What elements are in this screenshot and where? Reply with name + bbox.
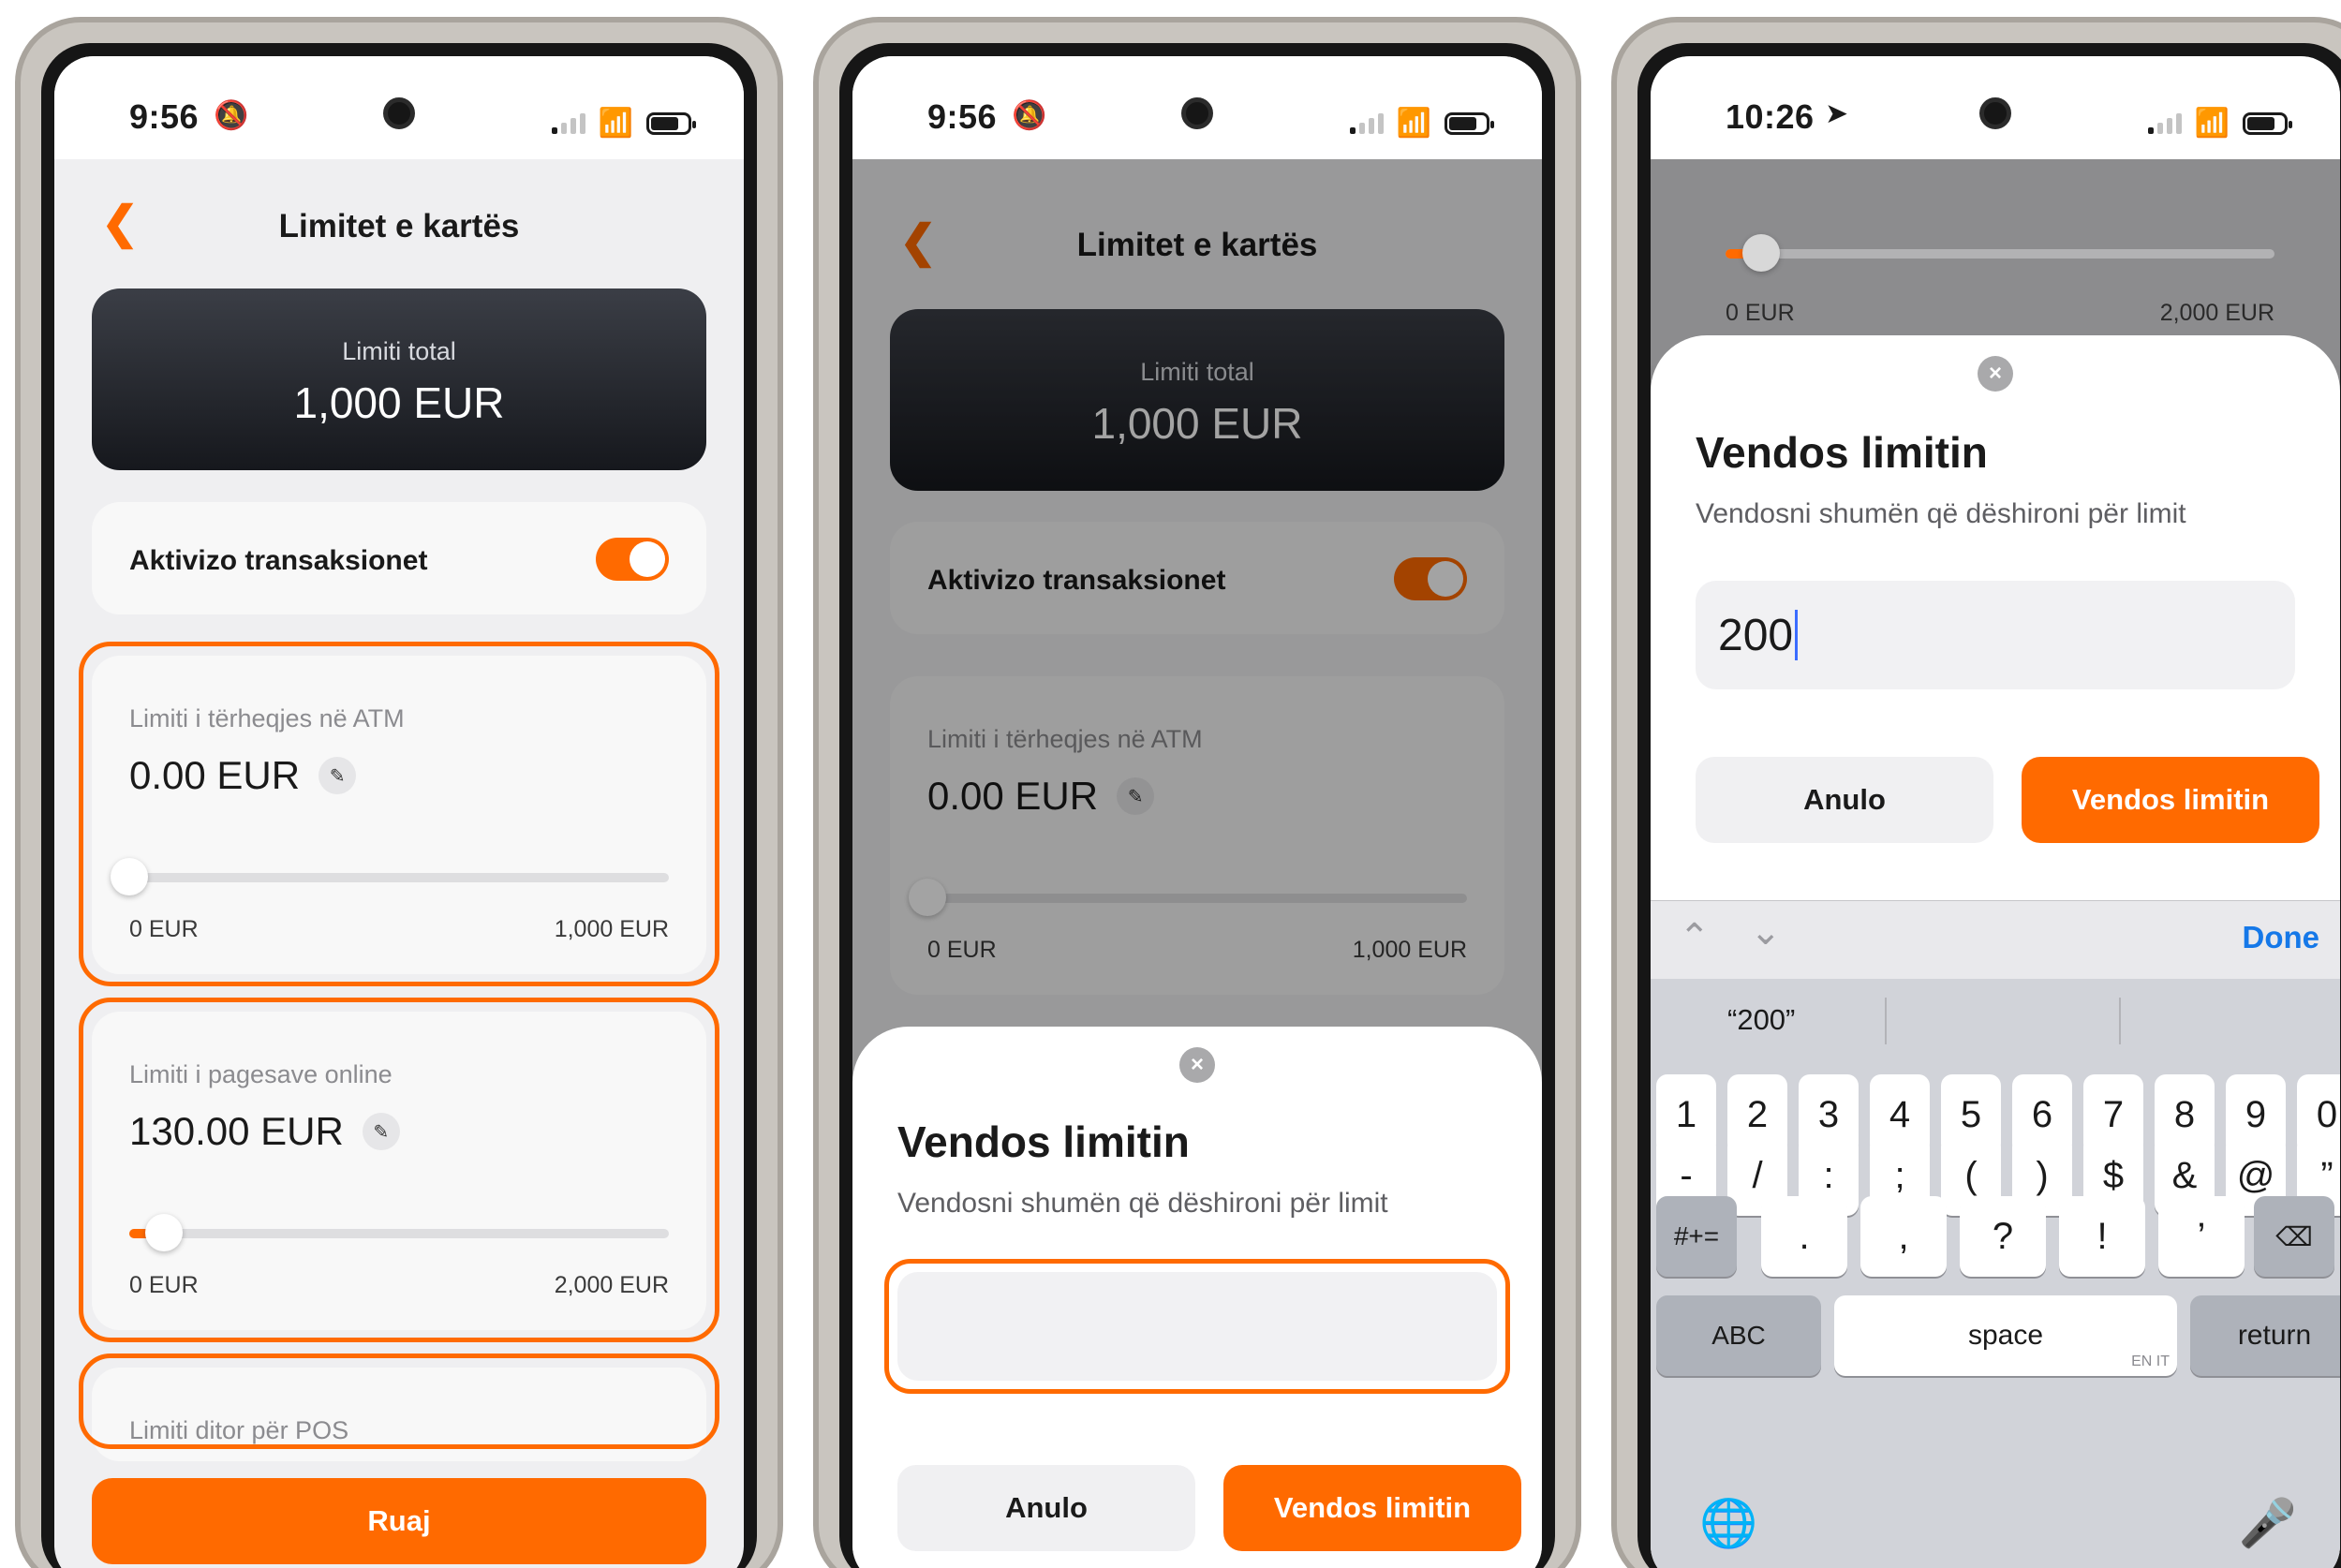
suggestion-divider xyxy=(1885,998,1887,1044)
slider-min-label: 0 EUR xyxy=(1726,300,1795,326)
keyboard-key[interactable]: ’ xyxy=(2158,1196,2245,1277)
phone-bezel: 9:56 🔕 📶 ❮ Limitet e kartës Limiti total… xyxy=(41,43,757,1568)
done-button[interactable]: Done xyxy=(2243,920,2320,955)
save-button[interactable]: Ruaj xyxy=(92,1478,706,1564)
globe-icon[interactable]: 🌐 xyxy=(1699,1496,1757,1551)
close-icon[interactable]: × xyxy=(1978,356,2013,392)
keyboard-key[interactable]: . xyxy=(1761,1196,1847,1277)
space-key-hint: EN IT xyxy=(2131,1354,2170,1369)
phone-frame-3: 10:26 ➤ 📶 0 EUR 2,000 EUR × Vendos limit… xyxy=(1611,17,2341,1568)
close-icon[interactable]: × xyxy=(1179,1047,1215,1083)
keyboard-key[interactable]: , xyxy=(1860,1196,1947,1277)
suggestion-divider xyxy=(2119,998,2121,1044)
numeric-keyboard: ⌃ ⌄ Done “200” 1234567890 - /:;() $ & @” .,?… xyxy=(1651,900,2340,1568)
bell-slash-icon: 🔕 xyxy=(214,100,249,131)
phone-bezel: 10:26 ➤ 📶 0 EUR 2,000 EUR × Vendos limit… xyxy=(1637,43,2341,1568)
chevron-up-icon[interactable]: ⌃ xyxy=(1679,916,1711,959)
keyboard-key[interactable]: ! xyxy=(2059,1196,2145,1277)
transactions-toggle[interactable] xyxy=(596,538,669,581)
transactions-toggle-row: Aktivizo transaksionet xyxy=(92,502,706,614)
slider-max-label: 2,000 EUR xyxy=(2159,300,2274,326)
abc-key[interactable]: ABC xyxy=(1656,1295,1821,1376)
battery-icon xyxy=(2243,111,2292,135)
total-limit-label: Limiti total xyxy=(342,337,456,365)
toggle-label: Aktivizo transaksionet xyxy=(129,545,428,576)
phone-bezel: 9:56 🔕 📶 ❮ Limitet e kartës Limiti total… xyxy=(839,43,1555,1568)
battery-icon xyxy=(646,111,696,135)
backspace-icon: ⌫ xyxy=(2275,1221,2313,1251)
page-title: Limitet e kartës xyxy=(278,208,520,244)
set-limit-button[interactable]: Vendos limitin xyxy=(2022,757,2319,843)
cancel-button[interactable]: Anulo xyxy=(897,1465,1195,1551)
status-time: 9:56 xyxy=(129,97,200,136)
camera-cutout xyxy=(1181,97,1213,129)
bell-slash-icon: 🔕 xyxy=(1012,100,1047,131)
keyboard-toolbar: ⌃ ⌄ Done xyxy=(1651,900,2340,979)
nav-bar: ❮ Limitet e kartës xyxy=(54,159,744,272)
sheet-title: Vendos limitin xyxy=(897,1117,1190,1166)
chevron-down-icon[interactable]: ⌄ xyxy=(1750,910,1782,954)
screen-card-limits: 9:56 🔕 📶 ❮ Limitet e kartës Limiti total… xyxy=(54,56,744,1568)
sheet-title: Vendos limitin xyxy=(1696,428,1988,477)
sheet-subtitle: Vendosni shumën që dëshironi për limit xyxy=(1696,498,2186,529)
backspace-key[interactable]: ⌫ xyxy=(2254,1196,2334,1277)
keyboard-key[interactable]: ? xyxy=(1960,1196,2046,1277)
input-value: 200 xyxy=(1718,610,1794,660)
status-bar: 10:26 ➤ 📶 xyxy=(1651,56,2340,159)
set-limit-button[interactable]: Vendos limitin xyxy=(1223,1465,1521,1551)
status-icons: 📶 xyxy=(551,107,696,140)
return-key[interactable]: return xyxy=(2190,1295,2340,1376)
status-bar: 9:56 🔕 📶 xyxy=(54,56,744,159)
screen-set-limit-typing: 10:26 ➤ 📶 0 EUR 2,000 EUR × Vendos limit… xyxy=(1651,56,2340,1568)
status-time: 10:26 xyxy=(1726,97,1815,136)
highlight-outline xyxy=(884,1259,1510,1394)
background-slider xyxy=(1726,234,2274,272)
battery-icon xyxy=(1445,111,1494,135)
slider-thumb xyxy=(1742,234,1781,272)
camera-cutout xyxy=(1979,97,2011,129)
limit-amount-input[interactable]: 200 xyxy=(1696,581,2295,689)
total-limit-card: Limiti total 1,000 EUR xyxy=(92,288,706,470)
background-limit-card: 0 EUR 2,000 EUR xyxy=(1651,159,2340,365)
phone-frame-1: 9:56 🔕 📶 ❮ Limitet e kartës Limiti total… xyxy=(15,17,783,1568)
wifi-icon: 📶 xyxy=(1396,108,1431,139)
space-key[interactable]: space EN IT xyxy=(1834,1295,2177,1376)
total-limit-value: 1,000 EUR xyxy=(293,378,505,427)
set-limit-sheet: × Vendos limitin Vendosni shumën që dësh… xyxy=(852,1027,1542,1568)
wifi-icon: 📶 xyxy=(598,108,633,139)
highlight-outline xyxy=(79,998,719,1342)
space-key-label: space xyxy=(1967,1320,2044,1351)
status-icons: 📶 xyxy=(2147,107,2292,140)
more-symbols-key[interactable]: #+= xyxy=(1656,1196,1737,1277)
camera-cutout xyxy=(383,97,415,129)
cancel-button[interactable]: Anulo xyxy=(1696,757,1993,843)
highlight-outline xyxy=(79,642,719,986)
microphone-icon[interactable]: 🎤 xyxy=(2239,1496,2297,1551)
cellular-signal-icon xyxy=(551,112,585,134)
wifi-icon: 📶 xyxy=(2194,108,2230,139)
phone-frame-2: 9:56 🔕 📶 ❮ Limitet e kartës Limiti total… xyxy=(813,17,1581,1568)
status-time: 9:56 xyxy=(927,97,998,136)
location-arrow-icon: ➤ xyxy=(1825,98,1849,129)
cellular-signal-icon xyxy=(1349,112,1384,134)
status-bar: 9:56 🔕 📶 xyxy=(852,56,1542,159)
text-caret xyxy=(1795,610,1799,660)
keyboard-suggestion[interactable]: “200” xyxy=(1727,1003,1795,1037)
sheet-subtitle: Vendosni shumën që dëshironi për limit xyxy=(897,1188,1388,1219)
status-icons: 📶 xyxy=(1349,107,1494,140)
screen-set-limit-empty: 9:56 🔕 📶 ❮ Limitet e kartës Limiti total… xyxy=(852,56,1542,1568)
highlight-outline xyxy=(79,1354,719,1449)
cellular-signal-icon xyxy=(2147,112,2182,134)
